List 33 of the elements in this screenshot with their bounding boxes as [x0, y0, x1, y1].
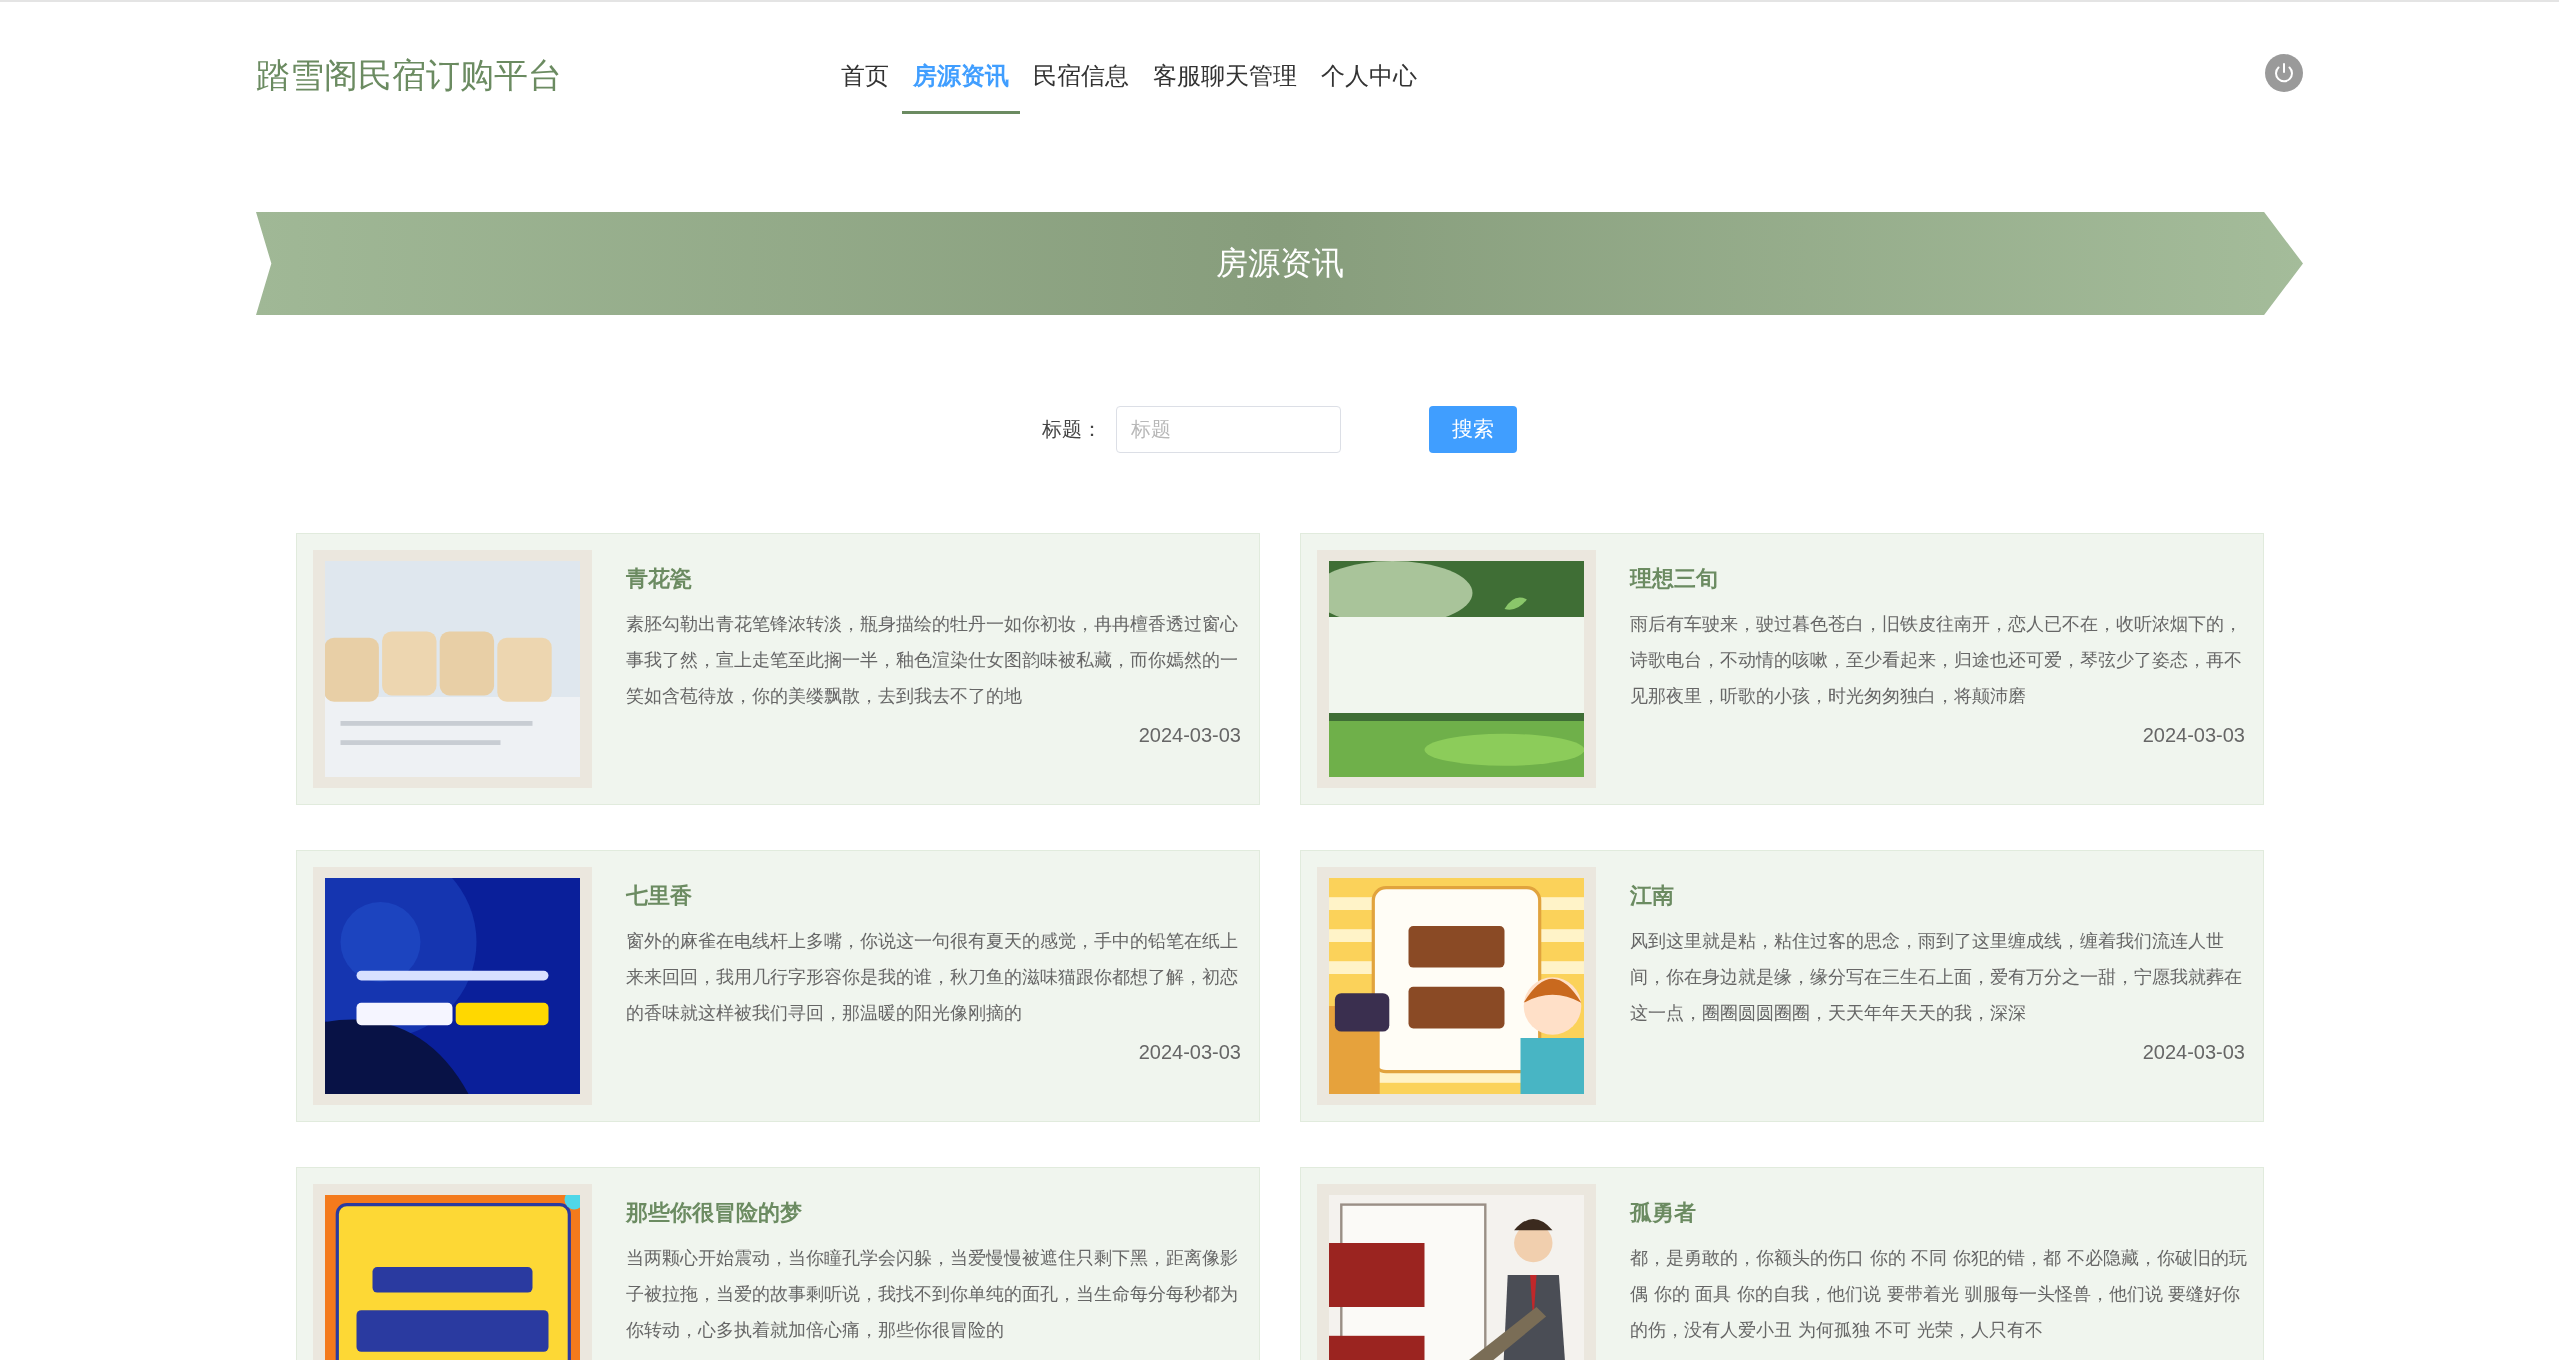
power-icon[interactable]: [2265, 54, 2303, 92]
news-date: 2024-03-03: [2141, 1041, 2245, 1064]
news-card[interactable]: 那些你很冒险的梦 当两颗心开始震动，当你瞳孔学会闪躲，当爱慢慢被遮住只剩下黑，距离像影子被拉拖，当爱的故事剩听说，我找不到你单纯的面孔，当生命每分每秒都为你转动，心多执着就加倍心痛，那些你很冒险的: [296, 1167, 1260, 1360]
search-label: 标题：: [1042, 415, 1102, 443]
news-summary: 窗外的麻雀在电线杆上多嘴，你说这一句很有夏天的感觉，手中的铅笔在纸上来来回回，我用几行字形容你是我的谁，秋刀鱼的滋味猫跟你都想了解，初恋的香味就这样被我们寻回，那温暖的阳光像刚摘的: [626, 929, 1239, 1025]
nav-tab[interactable]: 房源资讯: [902, 2, 1020, 114]
nav-tab[interactable]: 首页: [830, 2, 900, 114]
site-logo: 踏雪阁民宿订购平台: [256, 54, 563, 97]
news-title[interactable]: 孤勇者: [1630, 1198, 2245, 1228]
news-date: 2024-03-03: [1137, 724, 1241, 747]
news-card[interactable]: 理想三旬 雨后有车驶来，驶过暮色苍白，旧铁皮往南开，恋人已不在，收听浓烟下的，诗歌电台，不动情的咳嗽，至少看起来，归途也还可爱，琴弦少了姿态，再不见那夜里，听歌的小孩，时光匆匆独白，将颠沛磨 2024-03-03: [1300, 533, 2264, 805]
title-search-field[interactable]: 标题: [1116, 405, 1341, 453]
nav-tab[interactable]: 客服聊天管理: [1142, 2, 1308, 114]
news-card[interactable]: 孤勇者 都，是勇敢的，你额头的伤口 你的 不同 你犯的错，都 不必隐藏，你破旧的玩偶 你的 面具 你的自我，他们说 要带着光 驯服每一头怪兽，他们说 要缝好你的伤，没有人爱小丑 为何孤独 不可 光荣，人只有不: [1300, 1167, 2264, 1360]
banner-title: 房源资讯: [1215, 242, 1344, 284]
news-title[interactable]: 那些你很冒险的梦: [626, 1198, 1241, 1228]
news-title[interactable]: 七里香: [626, 881, 1241, 911]
news-summary: 当两颗心开始震动，当你瞳孔学会闪躲，当爱慢慢被遮住只剩下黑，距离像影子被拉拖，当爱的故事剩听说，我找不到你单纯的面孔，当生命每分每秒都为你转动，心多执着就加倍心痛，那些你很冒险的: [626, 1246, 1239, 1342]
news-card[interactable]: 青花瓷 素胚勾勒出青花笔锋浓转淡，瓶身描绘的牡丹一如你初妆，冉冉檀香透过窗心事我了然，宣上走笔至此搁一半，釉色渲染仕女图韵味被私藏，而你嫣然的一笑如含苞待放，你的美缕飘散，去到我去不了的地 2024-03-03: [296, 533, 1260, 805]
news-title[interactable]: 理想三旬: [1630, 564, 2245, 594]
news-date: 2024-03-03: [2141, 724, 2245, 747]
nav-tab[interactable]: 个人中心: [1310, 2, 1428, 114]
search-button[interactable]: 搜索: [1429, 405, 1517, 453]
news-title[interactable]: 青花瓷: [626, 564, 1241, 594]
nav-tab[interactable]: 民宿信息: [1022, 2, 1140, 114]
news-title[interactable]: 江南: [1630, 881, 2245, 911]
news-summary: 雨后有车驶来，驶过暮色苍白，旧铁皮往南开，恋人已不在，收听浓烟下的，诗歌电台，不动情的咳嗽，至少看起来，归途也还可爱，琴弦少了姿态，再不见那夜里，听歌的小孩，时光匆匆独白，将颠沛磨: [1630, 612, 2243, 708]
news-card[interactable]: 江南 风到这里就是粘，粘住过客的思念，雨到了这里缠成线，缠着我们流连人世间，你在身边就是缘，缘分写在三生石上面，爱有万分之一甜，宁愿我就葬在这一点，圈圈圆圆圈圈，天天年年天天的我，深深 2024-03-03: [1300, 850, 2264, 1122]
news-date: 2024-03-03: [1137, 1041, 1241, 1064]
news-summary: 都，是勇敢的，你额头的伤口 你的 不同 你犯的错，都 不必隐藏，你破旧的玩偶 你的 面具 你的自我，他们说 要带着光 驯服每一头怪兽，他们说 要缝好你的伤，没有人爱小丑 为何孤独 不可 光荣，人只有不: [1630, 1246, 2248, 1342]
news-summary: 素胚勾勒出青花笔锋浓转淡，瓶身描绘的牡丹一如你初妆，冉冉檀香透过窗心事我了然，宣上走笔至此搁一半，釉色渲染仕女图韵味被私藏，而你嫣然的一笑如含苞待放，你的美缕飘散，去到我去不了的地: [626, 612, 1239, 708]
news-summary: 风到这里就是粘，粘住过客的思念，雨到了这里缠成线，缠着我们流连人世间，你在身边就是缘，缘分写在三生石上面，爱有万分之一甜，宁愿我就葬在这一点，圈圈圆圆圈圈，天天年年天天的我，深深: [1630, 929, 2243, 1025]
news-card[interactable]: 七里香 窗外的麻雀在电线杆上多嘴，你说这一句很有夏天的感觉，手中的铅笔在纸上来来回回，我用几行字形容你是我的谁，秋刀鱼的滋味猫跟你都想了解，初恋的香味就这样被我们寻回，那温暖的阳光像刚摘的 2024-03-03: [296, 850, 1260, 1122]
